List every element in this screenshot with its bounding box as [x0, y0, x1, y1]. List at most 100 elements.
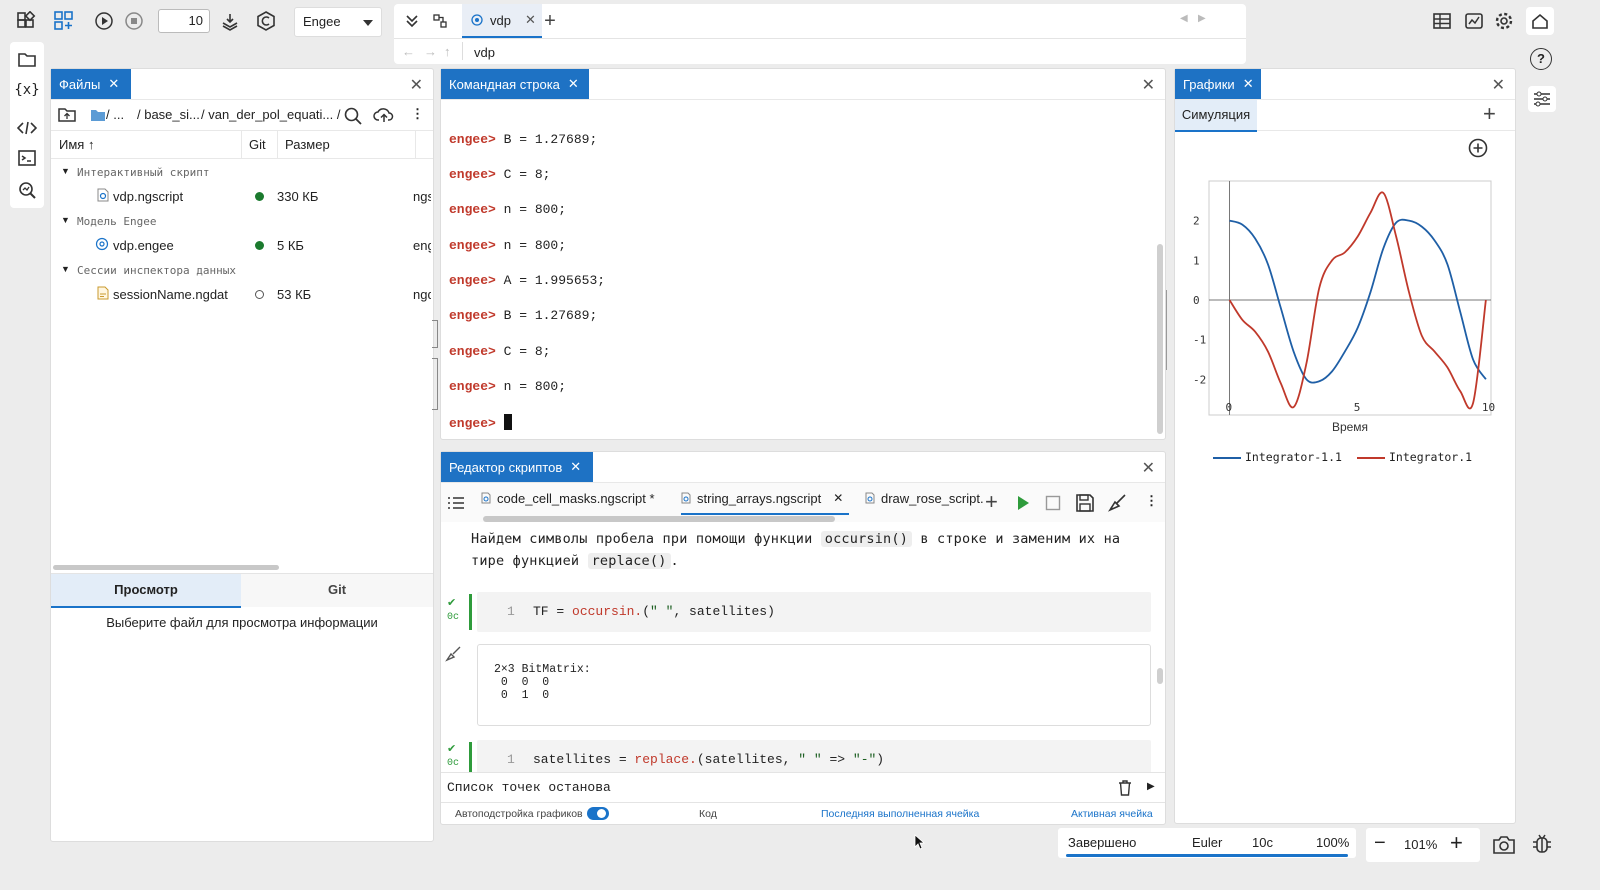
collapse-icon[interactable] [398, 7, 426, 35]
stop-icon[interactable] [120, 7, 148, 35]
breadcrumb-root[interactable]: / ... [106, 107, 124, 122]
tab-git[interactable]: Git [241, 574, 433, 608]
forward-icon[interactable]: → [424, 44, 437, 59]
scroll-tabs-left-icon[interactable]: ◀ [1180, 13, 1188, 24]
tree-group[interactable]: ▼ Сессии инспектора данных [51, 259, 431, 283]
debug-icon[interactable] [1530, 832, 1554, 856]
add-circle-icon[interactable] [1467, 137, 1489, 159]
terminal-icon[interactable] [15, 146, 39, 170]
vertical-scrollbar[interactable] [1157, 668, 1163, 684]
home-icon[interactable] [1526, 7, 1554, 35]
list-item[interactable]: vdp.engee 5 КБ eng [51, 233, 431, 257]
up-icon[interactable]: ↑ [444, 44, 451, 59]
hierarchy-icon[interactable] [426, 7, 454, 35]
prompt: engee> [449, 132, 496, 147]
breadcrumb-base[interactable]: / base_si... [137, 107, 200, 122]
code-cell[interactable]: 1 TF = occursin.(" ", satellites) [477, 592, 1151, 632]
step-input[interactable]: 10 [158, 9, 210, 33]
run-script-icon[interactable] [1015, 495, 1031, 511]
cell-status-bar [469, 594, 472, 630]
console-output[interactable]: engee> B = 1.27689; engee> C = 8; engee>… [441, 99, 1165, 439]
vertical-scrollbar[interactable] [1157, 244, 1163, 434]
upload-icon[interactable] [373, 105, 395, 125]
splitter-handle[interactable] [432, 358, 438, 410]
engine-select[interactable]: Engee [294, 7, 382, 37]
add-cell-icon[interactable]: + [985, 489, 998, 515]
tab-editor[interactable]: Редактор скриптов ✕ [441, 452, 593, 482]
clear-cell-output-icon[interactable] [445, 646, 461, 662]
tree-group[interactable]: ▼ Интерактивный скрипт [51, 161, 431, 185]
scroll-tabs-right-icon[interactable]: ▶ [1198, 13, 1206, 24]
variables-icon[interactable]: {x} [14, 78, 39, 102]
zoom-out-icon[interactable]: − [1374, 832, 1386, 855]
list-item[interactable]: sessionName.ngdat 53 КБ ngd [51, 282, 431, 306]
stop-script-icon[interactable] [1045, 495, 1061, 511]
list-item[interactable]: vdp.ngscript 330 КБ ngs [51, 184, 431, 208]
notebook[interactable]: Найдем символы пробела при помощи функци… [441, 522, 1165, 772]
table-icon[interactable] [1428, 7, 1456, 35]
code-icon[interactable] [15, 116, 39, 140]
more-icon[interactable]: ⋮ [411, 106, 424, 122]
tree-group[interactable]: ▼ Модель Engee [51, 210, 431, 234]
close-panel-icon[interactable]: ✕ [1142, 75, 1155, 95]
outline-icon[interactable] [447, 495, 465, 511]
clear-output-icon[interactable] [1107, 493, 1127, 513]
tab-vdp-label: vdp [490, 12, 511, 28]
tab-string-arrays[interactable]: string_arrays.ngscript ✕ [681, 483, 850, 515]
breadcrumb-folder[interactable]: / van_der_pol_equati... / [201, 107, 341, 122]
auto-plot-toggle[interactable] [587, 807, 609, 820]
tab-files[interactable]: Файлы ✕ [51, 69, 131, 99]
add-block-icon[interactable] [50, 7, 78, 35]
active-cell-link[interactable]: Активная ячейка [1071, 808, 1153, 820]
apps-icon[interactable] [12, 7, 40, 35]
column-name[interactable]: Имя ↑ [59, 131, 94, 159]
tab-simulation[interactable]: Симуляция [1175, 100, 1257, 132]
console-input-line[interactable]: engee> [449, 414, 512, 431]
tab-plots[interactable]: Графики ✕ [1175, 69, 1261, 99]
gear-icon[interactable] [1490, 7, 1518, 35]
chart-icon[interactable] [1460, 7, 1488, 35]
plot-area[interactable]: 210-1-20 5 10 Время [1175, 169, 1515, 469]
close-icon[interactable]: ✕ [568, 76, 579, 92]
add-tab-icon[interactable]: + [536, 7, 564, 35]
trash-icon[interactable] [1117, 779, 1133, 797]
column-git[interactable]: Git [249, 131, 266, 159]
close-panel-icon[interactable]: ✕ [1142, 458, 1155, 478]
close-icon[interactable]: ✕ [525, 12, 536, 28]
close-icon[interactable]: ✕ [108, 76, 119, 92]
folder-icon[interactable] [15, 48, 39, 72]
column-size[interactable]: Размер [285, 131, 330, 159]
filters-icon[interactable] [1528, 86, 1556, 112]
search-icon[interactable] [343, 106, 363, 126]
tab-console[interactable]: Командная строка ✕ [441, 69, 589, 99]
help-icon[interactable]: ? [1530, 48, 1552, 70]
close-panel-icon[interactable]: ✕ [410, 75, 423, 95]
code-line: TF = occursin.(" ", satellites) [533, 604, 775, 619]
run-icon[interactable] [90, 7, 118, 35]
close-panel-icon[interactable]: ✕ [1492, 75, 1505, 95]
close-icon[interactable]: ✕ [570, 459, 581, 475]
save-icon[interactable] [1075, 493, 1095, 513]
cursor [503, 414, 512, 430]
back-icon[interactable]: ← [402, 44, 415, 59]
camera-icon[interactable] [1492, 834, 1516, 856]
close-icon[interactable]: ✕ [1243, 76, 1254, 92]
code-cell[interactable]: 1 satellites = replace.(satellites, " " … [477, 740, 1151, 772]
tab-draw-rose[interactable]: draw_rose_script.n [865, 483, 983, 513]
splitter-handle[interactable] [432, 320, 438, 348]
close-icon[interactable]: ✕ [833, 491, 843, 505]
zoom-in-icon[interactable]: + [1450, 830, 1463, 856]
splitter-handle[interactable] [1166, 290, 1174, 370]
engee-logo-icon[interactable] [252, 7, 280, 35]
tab-code-cell-masks[interactable]: code_cell_masks.ngscript * [481, 483, 655, 513]
horizontal-scrollbar[interactable] [53, 565, 279, 570]
inspector-icon[interactable] [15, 178, 39, 202]
last-cell-link[interactable]: Последняя выполненная ячейка [821, 808, 979, 820]
parent-folder-icon[interactable] [57, 106, 77, 124]
add-plot-icon[interactable]: + [1483, 101, 1496, 127]
more-icon[interactable]: ⋮ [1145, 493, 1158, 509]
layers-icon[interactable] [216, 7, 244, 35]
tab-vdp[interactable]: vdp ✕ [462, 4, 542, 38]
tab-preview[interactable]: Просмотр [51, 574, 241, 608]
expand-icon[interactable]: ▶ [1147, 781, 1155, 792]
